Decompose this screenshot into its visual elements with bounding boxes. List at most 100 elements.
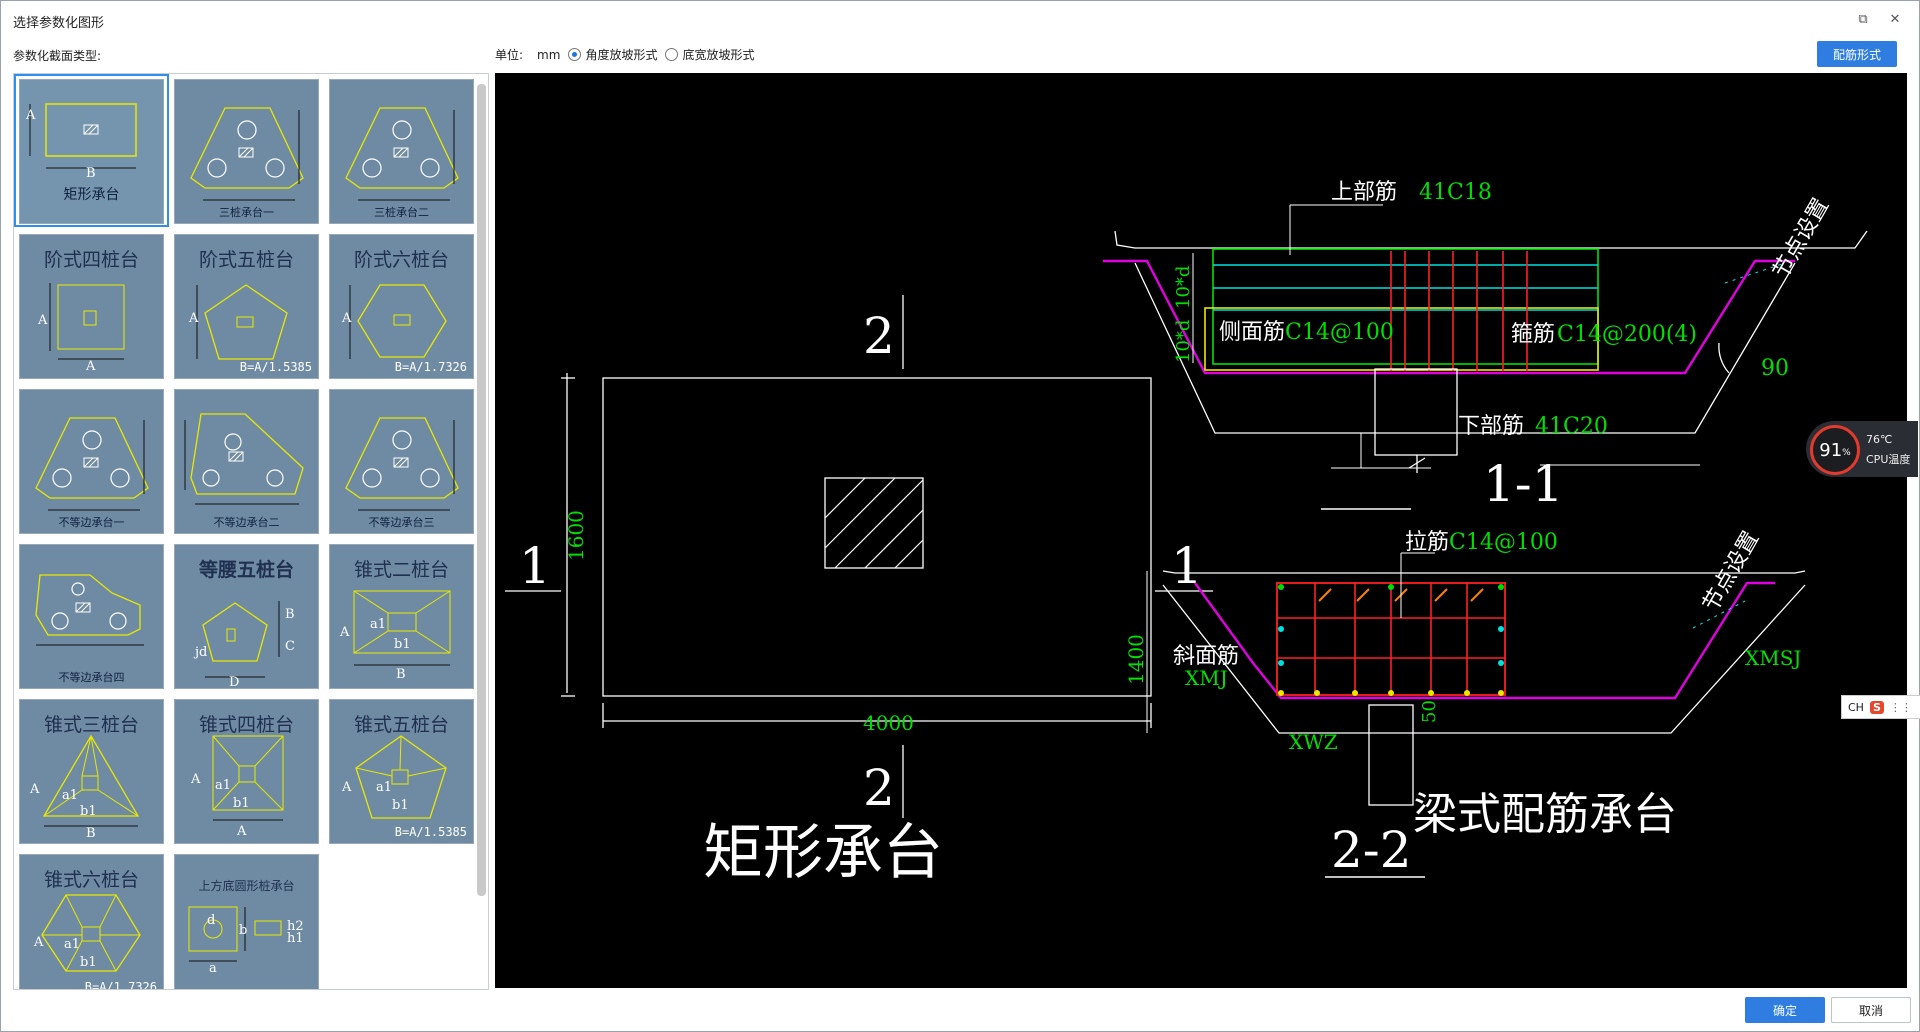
dimension-label: a1 <box>370 617 387 632</box>
dialog-window: 选择参数化图形 ⧉ ✕ 参数化截面类型: 单位: mm 角度放坡形式 底宽放坡形… <box>0 0 1920 1032</box>
rebar-form-button[interactable]: 配筋形式 <box>1817 41 1897 67</box>
shape-thumbnail: 上方底圆形桩承台 d b h2 h1 a <box>174 854 319 989</box>
plan-sec1-left: 1 <box>519 537 551 595</box>
dimension-label: A <box>340 625 350 640</box>
radio-width-slope[interactable]: 底宽放坡形式 <box>665 46 754 63</box>
ime-toolbar[interactable]: CH S ⋮⋮ <box>1841 695 1920 719</box>
dimension-label: A <box>26 108 36 123</box>
s11-bottom-bar: 下部筋 <box>1458 414 1524 439</box>
shape-thumbnail: 不等边承台二 <box>174 389 319 534</box>
radio-width-label: 底宽放坡形式 <box>682 48 755 62</box>
s22-tie: 拉筋 <box>1405 530 1449 555</box>
shape-item[interactable]: 阶式四桩台 A A <box>16 231 167 380</box>
dimension-label: A <box>342 311 352 326</box>
shape-thumbnail: 阶式六桩台 A B=A/1.7326 <box>329 234 474 379</box>
shape-thumbnail: 三桩承台一 <box>174 79 319 224</box>
s11-stirrup-val: C14@200(4) <box>1557 322 1697 347</box>
shape-thumbnail: 不等边承台三 <box>329 389 474 534</box>
shape-name: 等腰五桩台 <box>198 559 294 581</box>
title-bar: 选择参数化图形 ⧉ ✕ <box>1 1 1919 39</box>
shape-name: 阶式六桩台 <box>353 249 449 271</box>
s22-xwz: XWZ <box>1289 730 1338 754</box>
s22-title: 2-2 <box>1331 821 1412 879</box>
shape-name: 锥式三桩台 <box>43 714 139 736</box>
dimension-label: B <box>396 667 406 682</box>
shape-name: 不等边承台一 <box>58 516 125 529</box>
shape-item[interactable]: 锥式六桩台 Aa1 b1 B=A/1.7326 <box>16 851 167 990</box>
shape-item[interactable]: 不等边承台四 <box>16 541 167 690</box>
cpu-percent-sign: % <box>1842 448 1851 458</box>
shape-item[interactable]: 三桩承台二 <box>326 76 477 225</box>
shape-item[interactable]: 三桩承台一 <box>171 76 322 225</box>
shape-name: 上方底圆形桩承台 <box>198 879 295 893</box>
shape-formula: B=A/1.7326 <box>84 980 157 990</box>
beam-cap-title: 梁式配筋承台 <box>1413 789 1677 840</box>
shape-name: 矩形承台 <box>63 187 120 203</box>
dimension-label: a <box>209 961 217 976</box>
shape-formula: B=A/1.7326 <box>394 360 467 374</box>
library-scrollbar[interactable] <box>477 84 486 896</box>
dimension-label: A <box>189 311 199 326</box>
shape-item[interactable]: 矩形承台 A B <box>14 74 169 227</box>
dimension-label: a1 <box>62 788 79 803</box>
s11-angle: 90 <box>1761 356 1789 381</box>
dimension-label: a1 <box>64 937 81 952</box>
shape-thumbnail: 不等边承台一 <box>19 389 164 534</box>
shape-item[interactable]: 不等边承台三 <box>326 386 477 535</box>
shape-item[interactable]: 阶式五桩台 A B=A/1.5385 <box>171 231 322 380</box>
dimension-label: a1 <box>376 780 393 795</box>
shape-item[interactable]: 锥式二桩台 Aa1 b1 B <box>326 541 477 690</box>
restore-icon[interactable]: ⧉ <box>1847 7 1879 31</box>
s11-d10-b: 10*d <box>1173 320 1194 363</box>
shape-item[interactable]: 上方底圆形桩承台 d b h2 h1 a <box>171 851 322 989</box>
s11-bottom-val: 41C20 <box>1535 414 1608 439</box>
cpu-monitor-widget[interactable]: 91% 76℃ CPU温度 <box>1806 421 1918 477</box>
shape-thumbnail: 三桩承台二 <box>329 79 474 224</box>
close-icon[interactable]: ✕ <box>1879 7 1911 31</box>
dimension-label: b1 <box>233 796 250 811</box>
shape-thumbnail: 阶式四桩台 A A <box>19 234 164 379</box>
radio-checked-icon <box>568 48 582 61</box>
radio-angle-slope[interactable]: 角度放坡形式 <box>568 46 657 63</box>
s22-xmsj: XMSJ <box>1745 646 1801 670</box>
radio-unchecked-icon <box>665 48 679 61</box>
s11-title: 1-1 <box>1483 455 1564 513</box>
ime-language: CH <box>1848 700 1864 714</box>
dimension-label: h1 <box>287 931 304 946</box>
shape-item[interactable]: 锥式五桩台 Aa1 b1 B=A/1.5385 <box>326 696 477 845</box>
dimension-label: b1 <box>80 804 97 819</box>
plan-sec2-bottom: 2 <box>863 759 895 817</box>
dimension-label: C <box>285 639 295 654</box>
shape-name: 锥式五桩台 <box>353 714 449 736</box>
shape-thumbnail: 锥式三桩台 Aa1 b1 B <box>19 699 164 844</box>
shape-thumbnail: 锥式六桩台 Aa1 b1 B=A/1.7326 <box>19 854 164 990</box>
plan-view <box>505 295 1213 818</box>
shape-item[interactable]: 等腰五桩台 B C Djd <box>171 541 322 690</box>
window-title: 选择参数化图形 <box>13 16 105 31</box>
shape-item[interactable]: 阶式六桩台 A B=A/1.7326 <box>326 231 477 380</box>
shape-formula: B=A/1.5385 <box>394 825 467 839</box>
dimension-label: A <box>38 313 48 328</box>
shape-item[interactable]: 锥式四桩台 Aa1 b1 A <box>171 696 322 845</box>
shape-item[interactable]: 锥式三桩台 Aa1 b1 B <box>16 696 167 845</box>
shape-name: 锥式四桩台 <box>198 714 294 736</box>
s22-node: 节点设置 <box>1699 527 1765 616</box>
plan-title: 矩形承台 <box>703 818 943 888</box>
shape-item[interactable]: 不等边承台二 <box>171 386 322 535</box>
shape-name: 不等边承台二 <box>213 516 280 529</box>
shape-item[interactable]: 不等边承台一 <box>16 386 167 535</box>
shape-name: 不等边承台四 <box>58 671 125 684</box>
cpu-temp-label: CPU温度 <box>1866 453 1911 466</box>
s22-cover: 50 <box>1419 700 1440 723</box>
ok-button[interactable]: 确定 <box>1745 997 1825 1023</box>
shape-thumbnail: 锥式五桩台 Aa1 b1 B=A/1.5385 <box>329 699 474 844</box>
dimension-label: B <box>86 166 96 181</box>
cancel-button[interactable]: 取消 <box>1831 997 1911 1023</box>
s22-xmj: XMJ <box>1185 666 1228 690</box>
shape-thumbnail: 阶式五桩台 A B=A/1.5385 <box>174 234 319 379</box>
shape-name: 锥式二桩台 <box>353 559 449 581</box>
dimension-label: D <box>229 675 240 689</box>
dimension-label: b1 <box>392 798 409 813</box>
dimension-label: A <box>237 824 247 839</box>
plan-height-dim: 1600 <box>564 510 588 561</box>
